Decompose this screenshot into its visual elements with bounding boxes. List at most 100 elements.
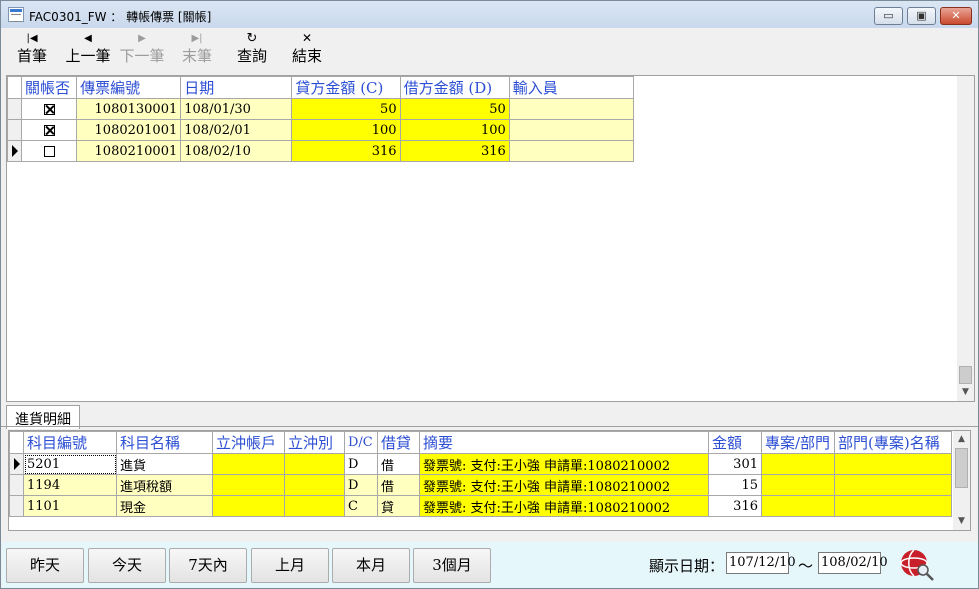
- table-row[interactable]: 5201 進貨 D 借 發票號: 支付:王小強 申請單:1080210002 3…: [9, 453, 952, 475]
- col-header-operator[interactable]: 輸入員: [508, 76, 635, 99]
- offset-account-cell[interactable]: [212, 453, 285, 475]
- project-cell[interactable]: [761, 474, 835, 496]
- col-header-offset-type[interactable]: 立沖別: [284, 431, 345, 454]
- credit-cell[interactable]: 100: [291, 119, 401, 141]
- account-code-cell[interactable]: 1101: [23, 495, 117, 517]
- voucher-grid[interactable]: 關帳否 傳票編號 日期 貸方金額 (C) 借方金額 (D) 輸入員 108013…: [6, 75, 975, 402]
- table-row[interactable]: 1194 進項稅額 D 借 發票號: 支付:王小強 申請單:1080210002…: [9, 474, 952, 496]
- yesterday-button[interactable]: 昨天: [6, 548, 84, 583]
- scroll-down-icon[interactable]: ▼: [953, 513, 970, 530]
- checkbox-checked[interactable]: [43, 124, 55, 136]
- debit-cell[interactable]: 316: [399, 140, 510, 162]
- table-row[interactable]: 1080210001 108/02/10 316 316: [6, 140, 635, 162]
- today-button[interactable]: 今天: [88, 548, 166, 583]
- offset-type-cell[interactable]: [284, 495, 345, 517]
- row-indicator[interactable]: [6, 140, 23, 162]
- date-cell[interactable]: 108/01/30: [180, 98, 293, 120]
- col-header-debit[interactable]: 借方金額 (D): [399, 76, 510, 99]
- voucher-no-cell[interactable]: 1080201001: [76, 119, 182, 141]
- credit-cell[interactable]: 50: [291, 98, 401, 120]
- offset-account-cell[interactable]: [212, 474, 285, 496]
- side-cell[interactable]: 貸: [377, 495, 420, 517]
- col-header-project-name[interactable]: 部門(專案)名稱: [834, 431, 952, 454]
- amount-cell[interactable]: 316: [708, 495, 762, 517]
- col-header-date[interactable]: 日期: [180, 76, 293, 99]
- closed-cell[interactable]: [21, 119, 78, 141]
- col-header-project[interactable]: 專案/部門: [761, 431, 835, 454]
- col-header-side[interactable]: 借貸: [377, 431, 420, 454]
- dc-cell[interactable]: D: [344, 453, 378, 475]
- dc-cell[interactable]: D: [344, 474, 378, 496]
- col-header-offset-account[interactable]: 立沖帳戶: [212, 431, 285, 454]
- offset-account-cell[interactable]: [212, 495, 285, 517]
- checkbox-checked[interactable]: [43, 103, 55, 115]
- scrollbar-thumb[interactable]: [955, 448, 968, 488]
- close-button[interactable]: ✕: [940, 7, 972, 25]
- prev-record-button[interactable]: ◀ 上一筆: [63, 32, 113, 66]
- three-months-button[interactable]: 3個月: [413, 548, 491, 583]
- account-name-cell[interactable]: 進項稅額: [116, 474, 213, 496]
- debit-cell[interactable]: 100: [399, 119, 510, 141]
- maximize-button[interactable]: ▣: [907, 7, 936, 25]
- closed-cell[interactable]: [21, 140, 78, 162]
- account-name-cell[interactable]: 進貨: [116, 453, 213, 475]
- scroll-up-icon[interactable]: ▲: [953, 431, 970, 448]
- project-cell[interactable]: [761, 495, 835, 517]
- first-record-button[interactable]: |◀ 首筆: [15, 32, 49, 66]
- account-code-cell[interactable]: 1194: [23, 474, 117, 496]
- offset-type-cell[interactable]: [284, 453, 345, 475]
- project-name-cell[interactable]: [834, 495, 952, 517]
- row-indicator[interactable]: [9, 474, 24, 496]
- voucher-no-cell[interactable]: 1080210001: [76, 140, 182, 162]
- this-month-button[interactable]: 本月: [332, 548, 410, 583]
- table-row[interactable]: 1080201001 108/02/01 100 100: [6, 119, 635, 141]
- col-header-voucher-no[interactable]: 傳票編號: [76, 76, 182, 99]
- amount-cell[interactable]: 301: [708, 453, 762, 475]
- next-record-button[interactable]: ▶ 下一筆: [117, 32, 167, 66]
- scroll-down-icon[interactable]: ▼: [957, 384, 974, 401]
- table-row[interactable]: 1080130001 108/01/30 50 50: [6, 98, 635, 120]
- offset-type-cell[interactable]: [284, 474, 345, 496]
- side-cell[interactable]: 借: [377, 453, 420, 475]
- project-name-cell[interactable]: [834, 474, 952, 496]
- col-header-account-code[interactable]: 科目編號: [23, 431, 117, 454]
- memo-cell[interactable]: 發票號: 支付:王小強 申請單:1080210002: [419, 453, 709, 475]
- project-name-cell[interactable]: [834, 453, 952, 475]
- dc-cell[interactable]: C: [344, 495, 378, 517]
- date-cell[interactable]: 108/02/01: [180, 119, 293, 141]
- last-record-button[interactable]: ▶| 末筆: [180, 32, 214, 66]
- col-header-account-name[interactable]: 科目名稱: [116, 431, 213, 454]
- credit-cell[interactable]: 316: [291, 140, 401, 162]
- query-button[interactable]: ↻ 查詢: [235, 32, 269, 66]
- detail-grid[interactable]: 科目編號 科目名稱 立沖帳戶 立沖別 D/C 借貸 摘要 金額 專案/部門 部門…: [8, 430, 971, 531]
- minimize-button[interactable]: ▭: [874, 7, 903, 25]
- side-cell[interactable]: 借: [377, 474, 420, 496]
- detail-grid-scrollbar[interactable]: ▲ ▼: [953, 431, 970, 530]
- row-indicator[interactable]: [9, 495, 24, 517]
- row-indicator[interactable]: [6, 98, 23, 120]
- col-header-memo[interactable]: 摘要: [419, 431, 709, 454]
- operator-cell[interactable]: [508, 140, 635, 162]
- col-header-dc[interactable]: D/C: [344, 431, 378, 454]
- col-header-closed[interactable]: 關帳否: [21, 76, 78, 99]
- operator-cell[interactable]: [508, 119, 635, 141]
- project-cell[interactable]: [761, 453, 835, 475]
- account-code-cell[interactable]: 5201: [23, 453, 117, 475]
- col-header-credit[interactable]: 貸方金額 (C): [291, 76, 401, 99]
- debit-cell[interactable]: 50: [399, 98, 510, 120]
- checkbox-unchecked[interactable]: [43, 145, 55, 157]
- account-name-cell[interactable]: 現金: [116, 495, 213, 517]
- row-indicator[interactable]: [6, 119, 23, 141]
- last-month-button[interactable]: 上月: [251, 548, 329, 583]
- globe-search-icon[interactable]: [899, 548, 935, 582]
- row-indicator[interactable]: [9, 453, 24, 475]
- voucher-grid-scrollbar[interactable]: ▼: [957, 76, 974, 401]
- closed-cell[interactable]: [21, 98, 78, 120]
- operator-cell[interactable]: [508, 98, 635, 120]
- date-to-input[interactable]: 108/02/10: [818, 552, 888, 574]
- table-row[interactable]: 1101 現金 C 貸 發票號: 支付:王小強 申請單:1080210002 3…: [9, 495, 952, 517]
- col-header-amount[interactable]: 金額: [708, 431, 762, 454]
- last-7-days-button[interactable]: 7天內: [169, 548, 247, 583]
- memo-cell[interactable]: 發票號: 支付:王小強 申請單:1080210002: [419, 474, 709, 496]
- memo-cell[interactable]: 發票號: 支付:王小強 申請單:1080210002: [419, 495, 709, 517]
